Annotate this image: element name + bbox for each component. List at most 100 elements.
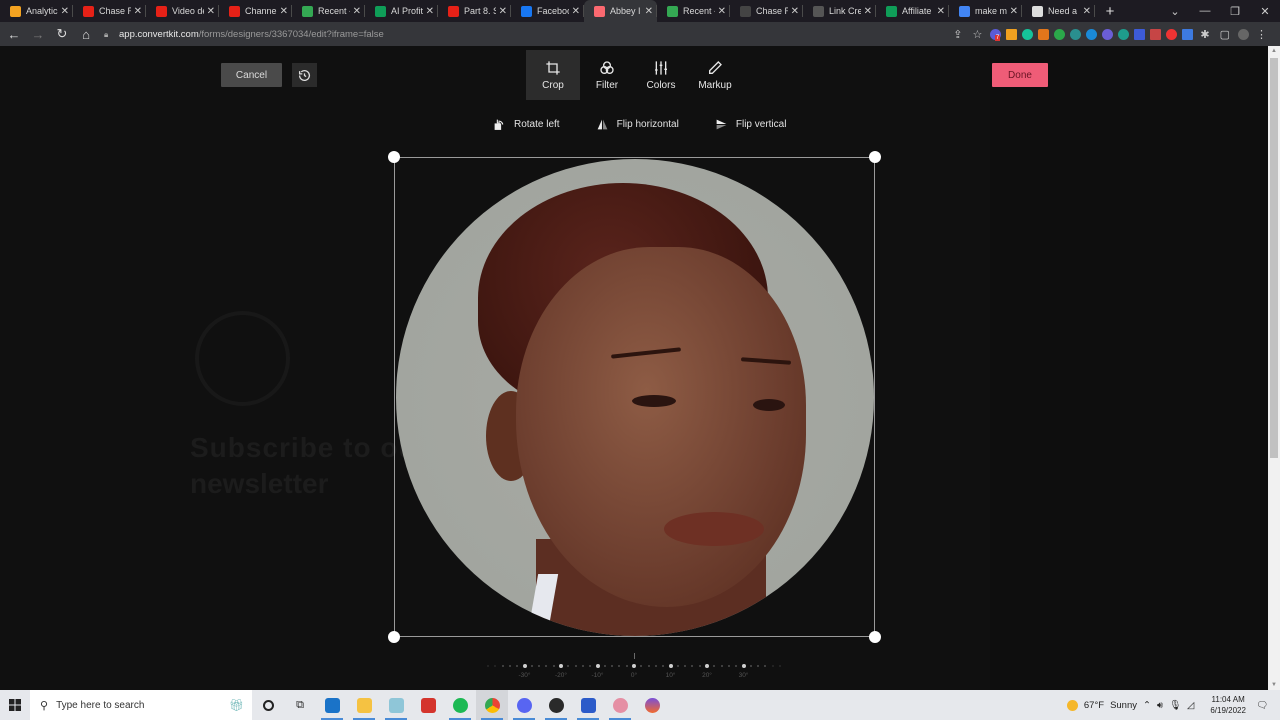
taskbar-mail[interactable]	[316, 690, 348, 720]
taskbar-network-app[interactable]	[572, 690, 604, 720]
close-tab-icon[interactable]: ✕	[645, 6, 653, 17]
start-button[interactable]	[0, 690, 30, 720]
close-tab-icon[interactable]: ✕	[572, 6, 580, 17]
close-tab-icon[interactable]: ✕	[207, 6, 215, 17]
restore-button[interactable]: ❐	[1220, 5, 1250, 18]
scroll-up-arrow[interactable]: ▲	[1271, 48, 1277, 54]
share-icon[interactable]: ⇪	[953, 28, 962, 41]
done-button[interactable]: Done	[992, 63, 1048, 87]
close-tab-icon[interactable]: ✕	[499, 6, 507, 17]
close-tab-icon[interactable]: ✕	[791, 6, 799, 17]
scrollbar-thumb[interactable]	[1270, 58, 1278, 458]
weather-temp[interactable]: 67°F	[1084, 700, 1104, 711]
home-button[interactable]: ⌂	[76, 24, 96, 44]
extension-link-icon[interactable]	[1069, 28, 1081, 40]
taskbar-obs[interactable]	[540, 690, 572, 720]
close-window-button[interactable]: ✕	[1250, 5, 1280, 18]
extension-bird-icon[interactable]	[1101, 28, 1113, 40]
extension-ts-icon[interactable]	[1149, 28, 1161, 40]
browser-tab[interactable]: AI Profit ✕	[365, 0, 438, 22]
close-tab-icon[interactable]: ✕	[937, 6, 945, 17]
browser-tab[interactable]: Recent - ✕	[657, 0, 730, 22]
tab-crop[interactable]: Crop	[526, 50, 580, 100]
tab-filter[interactable]: Filter	[580, 50, 634, 100]
close-tab-icon[interactable]: ✕	[426, 6, 434, 17]
back-button[interactable]: ←	[4, 24, 24, 44]
crop-handle-bottom-left[interactable]	[388, 631, 400, 643]
task-view-button[interactable]: ⧉	[284, 690, 316, 720]
tab-colors[interactable]: Colors	[634, 50, 688, 100]
extension-metamask-icon[interactable]	[1037, 28, 1049, 40]
taskbar-firefox[interactable]	[636, 690, 668, 720]
taskbar-notepad[interactable]	[380, 690, 412, 720]
clock[interactable]: 11:04 AM 6/19/2022	[1210, 694, 1246, 716]
crop-area[interactable]	[388, 151, 881, 643]
browser-tab[interactable]: Link Cre ✕	[803, 0, 876, 22]
forward-button[interactable]: →	[28, 24, 48, 44]
microphone-icon[interactable]: 🎙︎	[1169, 700, 1181, 711]
browser-tab[interactable]: make m ✕	[949, 0, 1022, 22]
browser-tab[interactable]: Part 8. S ✕	[438, 0, 511, 22]
close-tab-icon[interactable]: ✕	[1010, 6, 1018, 17]
close-tab-icon[interactable]: ✕	[353, 6, 361, 17]
side-panel-icon[interactable]: ▢	[1220, 28, 1230, 41]
close-tab-icon[interactable]: ✕	[864, 6, 872, 17]
page-scrollbar[interactable]: ▲ ▼	[1268, 46, 1280, 690]
new-tab-button[interactable]: +	[1099, 0, 1121, 22]
browser-tab[interactable]: Chase R ✕	[730, 0, 803, 22]
browser-tab[interactable]: Analytics✕	[0, 0, 73, 22]
rotate-left-button[interactable]: Rotate left	[493, 118, 560, 131]
taskbar-spotify[interactable]	[444, 690, 476, 720]
crop-handle-top-right[interactable]	[869, 151, 881, 163]
taskbar-snipping-tool[interactable]	[604, 690, 636, 720]
wifi-icon[interactable]: ◿	[1187, 700, 1194, 711]
taskbar-discord[interactable]	[508, 690, 540, 720]
browser-tab[interactable]: Channel ✕	[219, 0, 292, 22]
browser-tab[interactable]: Affiliate ✕	[876, 0, 949, 22]
reload-button[interactable]: ↻	[52, 24, 72, 44]
tab-markup[interactable]: Markup	[688, 50, 742, 100]
close-tab-icon[interactable]: ✕	[280, 6, 288, 17]
browser-tab[interactable]: Need a ✕	[1022, 0, 1095, 22]
notifications-icon[interactable]: 🗨︎	[1256, 700, 1268, 711]
taskbar-audio-app[interactable]	[412, 690, 444, 720]
crop-handle-bottom-right[interactable]	[869, 631, 881, 643]
taskbar-file-explorer[interactable]	[348, 690, 380, 720]
browser-tab[interactable]: Abbey I ✕	[584, 0, 657, 22]
close-tab-icon[interactable]: ✕	[61, 6, 69, 17]
close-tab-icon[interactable]: ✕	[134, 6, 142, 17]
extension-dollar-icon[interactable]	[1053, 28, 1065, 40]
weather-condition[interactable]: Sunny	[1110, 700, 1137, 711]
extension-grammarly-icon[interactable]	[1021, 28, 1033, 40]
show-hidden-icons-chevron[interactable]: ⌃	[1143, 700, 1151, 711]
minimize-button[interactable]: —	[1190, 5, 1220, 18]
extension-chatgpt-icon[interactable]	[1117, 28, 1129, 40]
browser-tab[interactable]: Recent - ✕	[292, 0, 365, 22]
browser-tab[interactable]: Video de✕	[146, 0, 219, 22]
profile-avatar[interactable]	[1237, 28, 1249, 40]
flip-horizontal-button[interactable]: Flip horizontal	[596, 118, 679, 131]
extensions-puzzle-icon[interactable]: ✱	[1200, 28, 1209, 41]
scroll-down-arrow[interactable]: ▼	[1271, 682, 1277, 688]
bookmark-star-icon[interactable]: ☆	[973, 28, 983, 41]
rotation-slider[interactable]: -30° -20° -10° 0° 10° 20° 30°	[487, 650, 781, 680]
taskbar-chrome[interactable]	[476, 690, 508, 720]
extension-translate-icon[interactable]	[1181, 28, 1193, 40]
revert-history-button[interactable]	[292, 63, 317, 87]
tab-search-icon[interactable]: ⌄	[1160, 5, 1190, 18]
crop-handle-top-left[interactable]	[388, 151, 400, 163]
extension-bookmark-icon[interactable]	[1133, 28, 1145, 40]
browser-tab[interactable]: Chase R ✕	[73, 0, 146, 22]
extension-play-icon[interactable]	[1085, 28, 1097, 40]
close-tab-icon[interactable]: ✕	[1083, 6, 1091, 17]
close-tab-icon[interactable]: ✕	[718, 6, 726, 17]
extension-pokeball-icon[interactable]	[1165, 28, 1177, 40]
menu-kebab-icon[interactable]: ⋮	[1256, 28, 1267, 41]
extension-gear-icon[interactable]: 7	[989, 28, 1001, 41]
address-bar[interactable]: 🔒︎ app.convertkit.com/forms/designers/33…	[104, 24, 864, 44]
extension-chart-icon[interactable]	[1005, 28, 1017, 40]
cortana-button[interactable]	[252, 690, 284, 720]
browser-tab[interactable]: Faceboo ✕	[511, 0, 584, 22]
volume-icon[interactable]: 🔊︎	[1157, 700, 1163, 711]
taskbar-search-input[interactable]: ⚲ Type here to search 🎁︎	[30, 690, 252, 720]
